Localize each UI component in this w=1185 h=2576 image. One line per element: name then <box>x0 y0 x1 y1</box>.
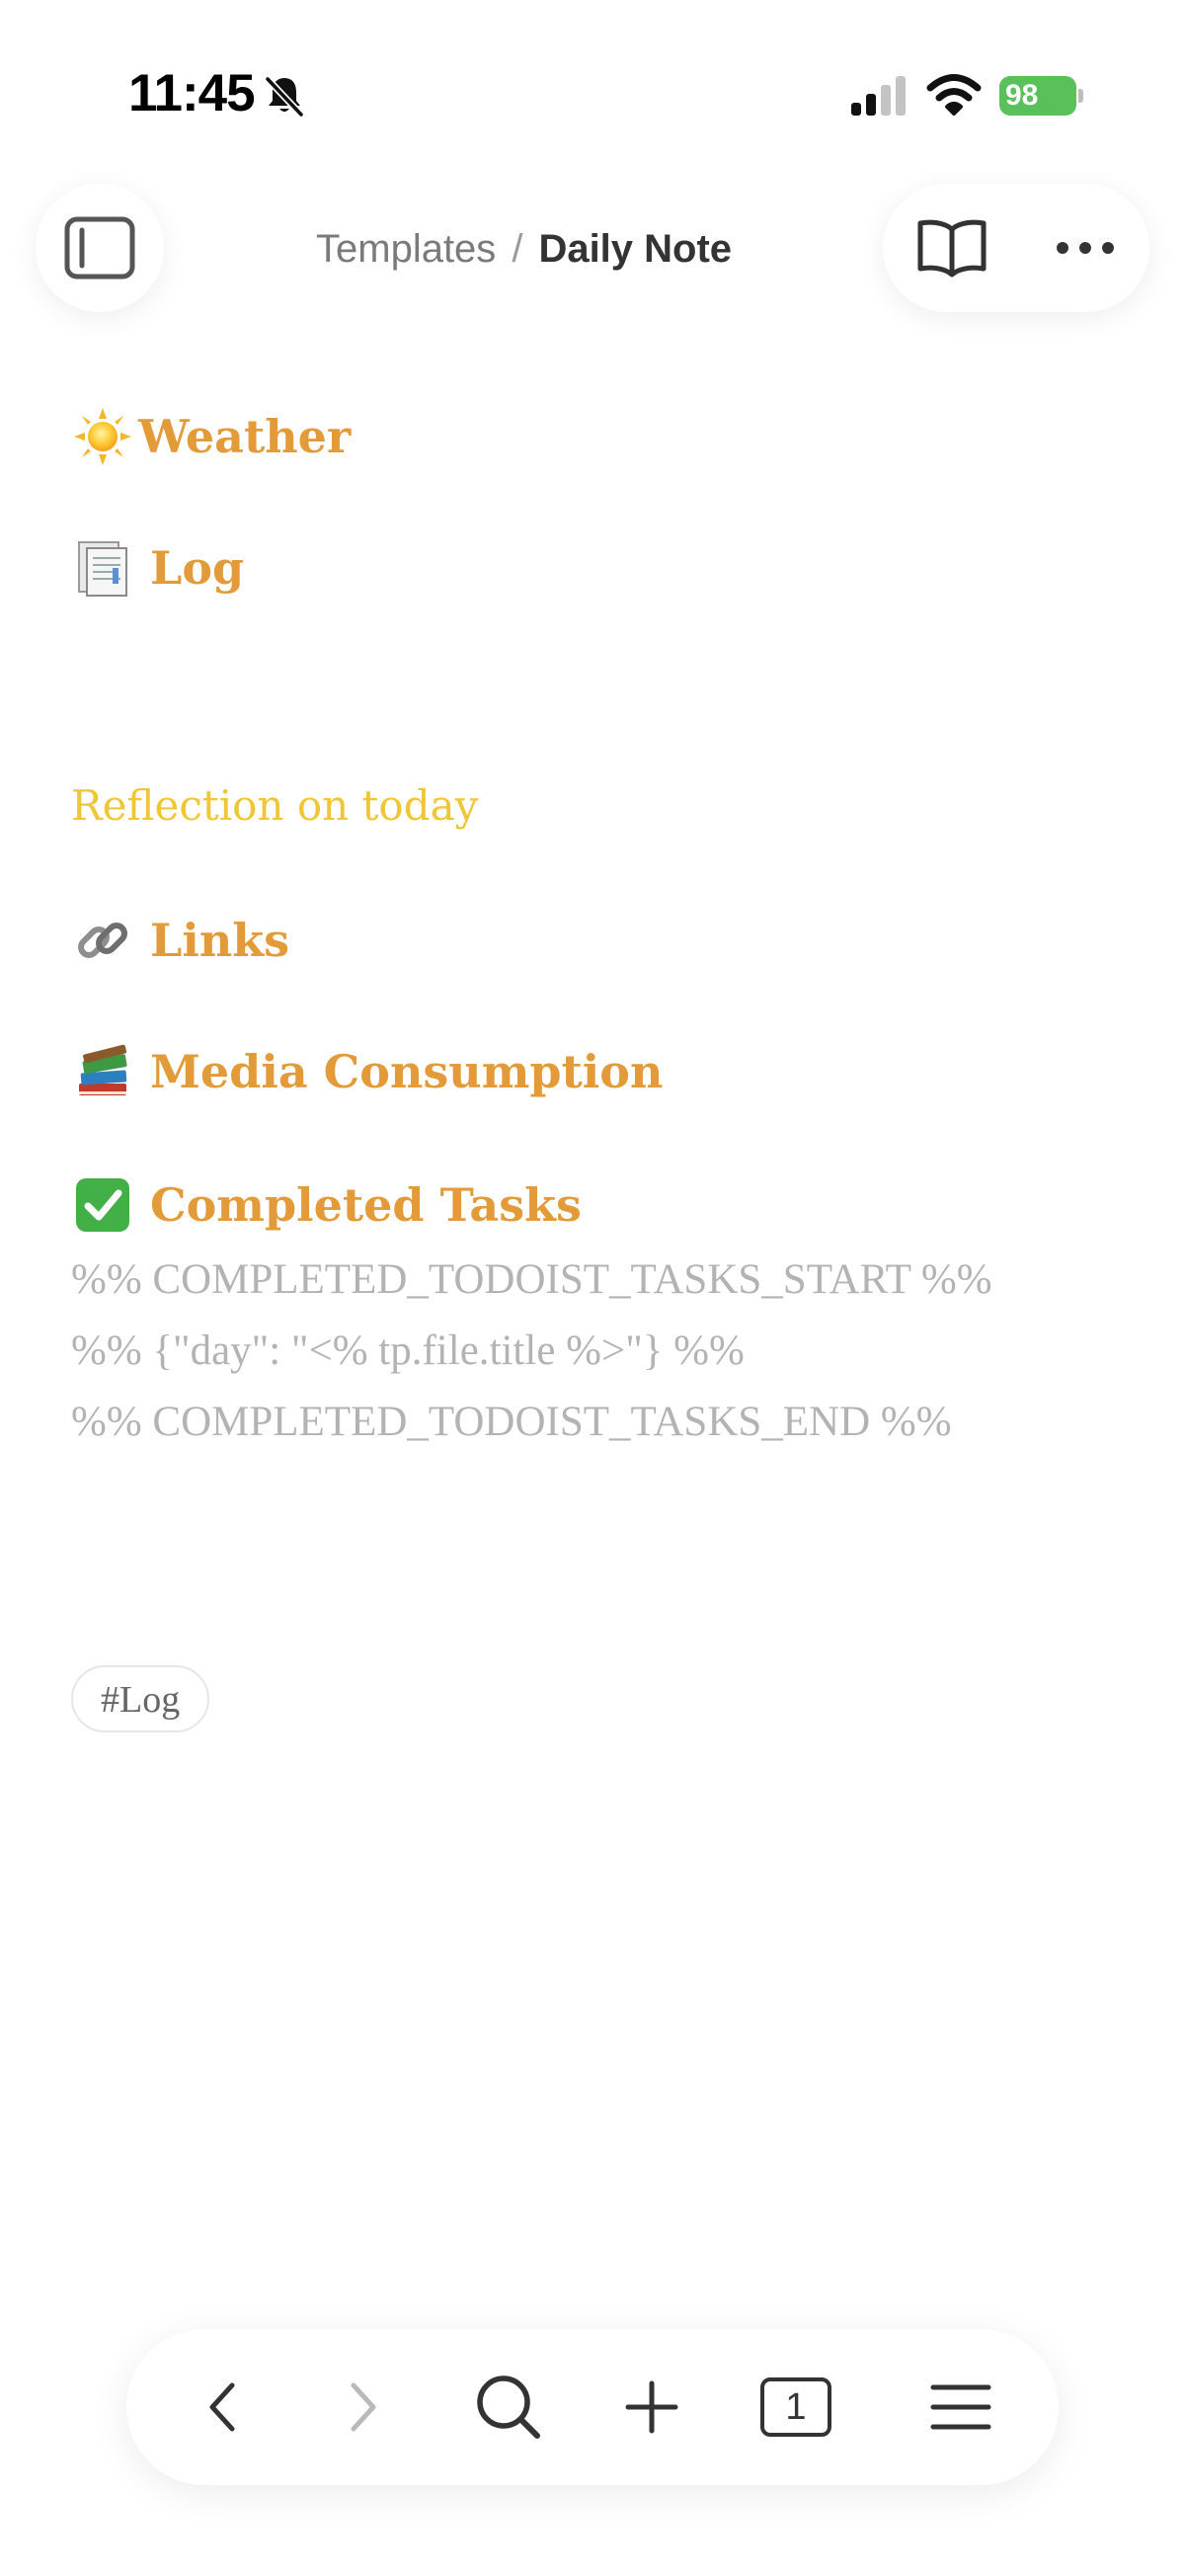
comment-line: %% COMPLETED_TODOIST_TASKS_START %% <box>71 1256 992 1303</box>
tabs-icon: 1 <box>760 2377 831 2437</box>
chevron-left-icon <box>209 2382 235 2432</box>
heading-log[interactable]: Log <box>71 536 244 600</box>
chevron-right-icon <box>351 2382 376 2432</box>
heading-label: Weather <box>138 410 352 463</box>
battery-cap <box>1078 89 1083 103</box>
forward-button[interactable] <box>324 2368 403 2447</box>
reading-view-button[interactable] <box>912 208 991 287</box>
heading-label: Completed Tasks <box>150 1178 582 1232</box>
check-mark-emoji <box>71 1173 134 1237</box>
books-emoji <box>71 1040 134 1103</box>
battery-level: 98 <box>999 76 1076 116</box>
heading-media-consumption[interactable]: Media Consumption <box>71 1040 663 1103</box>
top-actions-group <box>883 184 1149 312</box>
search-icon <box>477 2375 540 2439</box>
plus-icon <box>625 2380 678 2434</box>
more-options-button[interactable] <box>1046 208 1125 287</box>
comment-line: %% {"day": "<% tp.file.title %>"} %% <box>71 1328 745 1374</box>
back-button[interactable] <box>183 2368 262 2447</box>
tag-log[interactable]: #Log <box>71 1665 210 1732</box>
heading-weather[interactable]: Weather <box>71 405 351 468</box>
heading-completed-tasks[interactable]: Completed Tasks <box>71 1173 582 1237</box>
heading-label: Log <box>150 541 245 595</box>
note-title[interactable]: Daily Note <box>538 227 732 272</box>
page-emoji <box>71 536 134 600</box>
bell-slash-icon <box>265 76 304 118</box>
breadcrumb: Templates / Daily Note <box>316 219 732 279</box>
new-note-button[interactable] <box>612 2368 691 2447</box>
heading-links[interactable]: Links <box>71 909 289 972</box>
sun-emoji <box>71 405 134 468</box>
sidebar-toggle-icon <box>64 216 135 280</box>
status-bar: 11:45 98 <box>0 0 1185 188</box>
status-time: 11:45 <box>128 64 256 122</box>
book-open-icon <box>917 219 987 278</box>
reflection-prompt[interactable]: Reflection on today <box>71 781 478 830</box>
heading-label: Media Consumption <box>150 1045 664 1098</box>
wifi-icon <box>926 74 982 116</box>
search-button[interactable] <box>469 2368 548 2447</box>
comment-line: %% COMPLETED_TODOIST_TASKS_END %% <box>71 1399 952 1445</box>
breadcrumb-parent-link[interactable]: Templates <box>316 227 496 272</box>
sidebar-toggle-button[interactable] <box>36 184 164 312</box>
tabs-button[interactable]: 1 <box>756 2368 835 2447</box>
todoist-comment-block[interactable]: %% COMPLETED_TODOIST_TASKS_START %% %% {… <box>71 1245 992 1458</box>
breadcrumb-separator: / <box>512 226 523 271</box>
heading-label: Links <box>150 914 290 967</box>
menu-button[interactable] <box>921 2368 1000 2447</box>
tab-count: 1 <box>785 2385 807 2428</box>
hamburger-menu-icon <box>930 2384 991 2430</box>
cellular-signal-icon <box>851 76 906 116</box>
battery-charging-icon: 98 <box>999 76 1083 116</box>
bottom-toolbar: 1 <box>126 2329 1059 2485</box>
link-emoji <box>71 909 134 972</box>
ellipsis-icon <box>1057 242 1114 254</box>
